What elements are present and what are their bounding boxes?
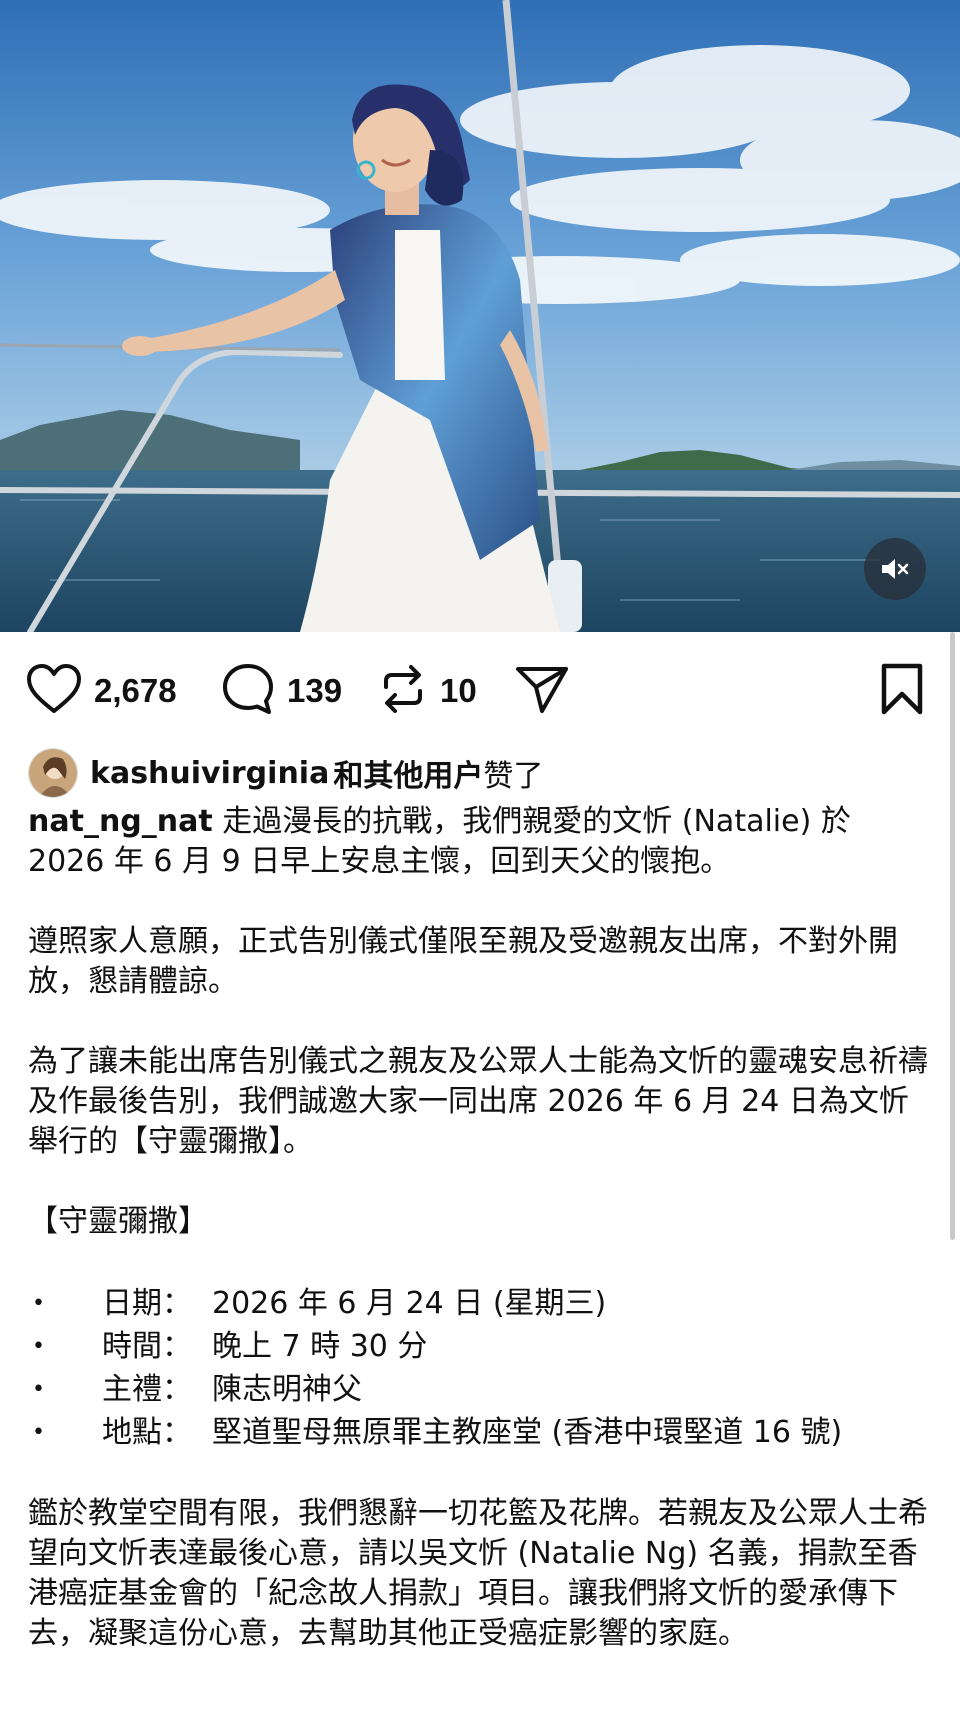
share-button[interactable] (514, 660, 570, 722)
detail-venue: • 地點： 堅道聖母無原罪主教座堂 (香港中環堅道 16 號) (28, 1411, 928, 1454)
section-title: 【守靈彌撒】 (28, 1204, 208, 1239)
caption-paragraph-3: 為了讓未能出席告別儀式之親友及公眾人士能為文忻的靈魂安息祈禱及作最後告別，我們誠… (28, 1044, 928, 1159)
event-details-list: • 日期： 2026 年 6 月 24 日 (星期三) • 時間： 晚上 7 時… (28, 1282, 928, 1454)
save-button[interactable] (878, 660, 926, 722)
repost-button[interactable]: 10 (378, 660, 477, 722)
caption: nat_ng_nat 走過漫長的抗戰，我們親愛的文忻 (Natalie) 於 2… (28, 802, 928, 1654)
repost-arrows-icon (378, 663, 428, 719)
speaker-muted-icon (880, 556, 910, 582)
liked-by-others[interactable]: 和其他用户 (333, 751, 483, 795)
liked-by-username[interactable]: kashuivirginia (90, 756, 329, 791)
detail-value: 2026 年 6 月 24 日 (星期三) (212, 1285, 607, 1321)
bullet-dot: • (32, 1290, 45, 1316)
caption-author[interactable]: nat_ng_nat (28, 804, 213, 839)
paper-plane-icon (514, 663, 570, 719)
avatar[interactable] (28, 748, 78, 798)
liked-by-row[interactable]: kashuivirginia 和其他用户 赞了 (28, 748, 543, 798)
post-photo[interactable] (0, 0, 960, 632)
scrollbar[interactable] (950, 632, 955, 1240)
detail-date: • 日期： 2026 年 6 月 24 日 (星期三) (28, 1282, 928, 1325)
bullet-dot: • (32, 1419, 45, 1445)
like-button[interactable]: 2,678 (26, 660, 177, 722)
detail-time: • 時間： 晚上 7 時 30 分 (28, 1325, 928, 1368)
bookmark-icon (878, 662, 926, 720)
comment-count[interactable]: 139 (287, 672, 342, 710)
detail-label: 地點： (102, 1414, 192, 1450)
caption-paragraph-1: nat_ng_nat 走過漫長的抗戰，我們親愛的文忻 (Natalie) 於 2… (28, 802, 928, 882)
detail-value: 陳志明神父 (212, 1371, 362, 1407)
like-count[interactable]: 2,678 (94, 672, 177, 710)
detail-label: 主禮： (102, 1371, 192, 1407)
caption-paragraph-2: 遵照家人意願，正式告別儀式僅限至親及受邀親友出席，不對外開放，懇請體諒。 (28, 924, 898, 999)
bullet-dot: • (32, 1376, 45, 1402)
detail-value: 晚上 7 時 30 分 (212, 1328, 428, 1364)
liked-by-verb: 赞了 (483, 759, 544, 794)
bullet-dot: • (32, 1333, 45, 1359)
action-bar: 2,678 139 10 (26, 660, 934, 722)
detail-label: 日期： (102, 1285, 192, 1321)
repost-count[interactable]: 10 (440, 672, 477, 710)
detail-celebrant: • 主禮： 陳志明神父 (28, 1368, 928, 1411)
detail-label: 時間： (102, 1328, 192, 1364)
heart-icon (26, 663, 82, 719)
mute-button[interactable] (864, 538, 926, 600)
caption-paragraph-4: 鑑於教堂空間有限，我們懇辭一切花籃及花牌。若親友及公眾人士希望向文忻表達最後心意… (28, 1496, 928, 1651)
speech-bubble-icon (221, 662, 275, 720)
detail-value: 堅道聖母無原罪主教座堂 (香港中環堅道 16 號) (212, 1414, 843, 1450)
photo-scene (0, 0, 960, 632)
comment-button[interactable]: 139 (221, 660, 342, 722)
